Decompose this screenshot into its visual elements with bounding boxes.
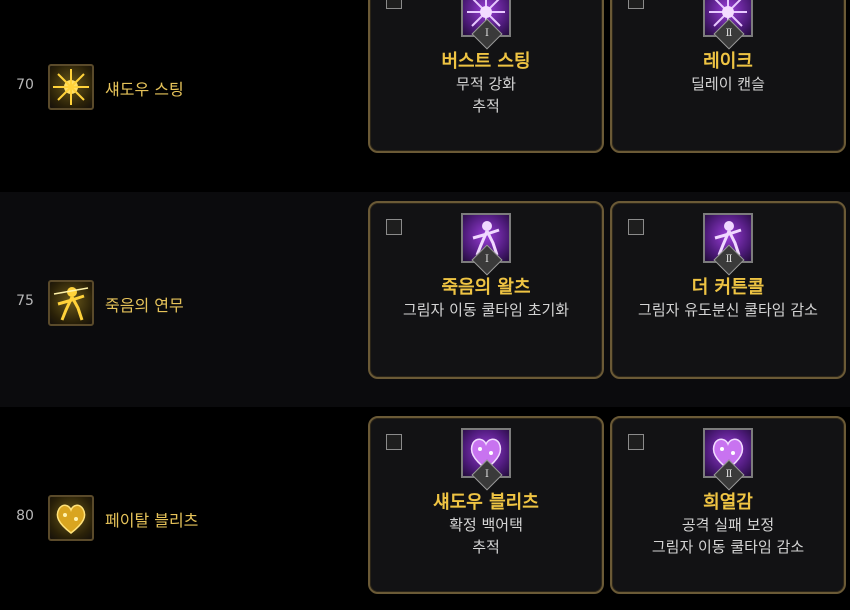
skill-name: 섀도우 스팅 (105, 80, 184, 99)
option-description: 그림자 유도분신 쿨타임 감소 (638, 301, 818, 319)
option-title: 더 커튼콜 (691, 277, 765, 298)
tripod-option-card[interactable]: Ⅱ 더 커튼콜 그림자 유도분신 쿨타임 감소 (610, 201, 846, 379)
option-description: 확정 백어택 추적 (449, 516, 523, 556)
skill-row-70: 70 섀도우 스팅 Ⅰ 버스트 스팅 무적 강화 추적 Ⅱ 레이크 딜레이 캔슬 (0, 0, 850, 190)
tripod-option-card[interactable]: Ⅱ 희열감 공격 실패 보정 그림자 이동 쿨타임 감소 (610, 416, 846, 594)
option-title: 죽음의 왈츠 (441, 277, 531, 298)
skill-row-80: 80 페이탈 블리츠 Ⅰ 섀도우 블리츠 확정 백어택 추적 Ⅱ 희열감 공격 … (0, 407, 850, 610)
option-title: 희열감 (703, 492, 753, 513)
option-checkbox[interactable] (386, 434, 402, 450)
dancer-figure-icon[interactable] (48, 280, 94, 326)
option-title: 섀도우 블리츠 (433, 492, 539, 513)
tripod-option-card[interactable]: Ⅰ 버스트 스팅 무적 강화 추적 (368, 0, 604, 153)
option-description: 그림자 이동 쿨타임 초기화 (402, 301, 570, 319)
option-checkbox[interactable] (628, 0, 644, 9)
skill-row-75: 75 죽음의 연무 Ⅰ 죽음의 왈츠 그림자 이동 쿨타임 초기화 Ⅱ 더 커튼… (0, 192, 850, 407)
option-description: 딜레이 캔슬 (691, 75, 765, 93)
heart-icon[interactable] (48, 495, 94, 541)
skill-level: 70 (16, 77, 34, 93)
tripod-option-card[interactable]: Ⅰ 섀도우 블리츠 확정 백어택 추적 (368, 416, 604, 594)
option-title: 버스트 스팅 (441, 51, 531, 72)
option-checkbox[interactable] (386, 0, 402, 9)
option-title: 레이크 (703, 51, 753, 72)
skill-level: 75 (16, 293, 34, 309)
tripod-option-card[interactable]: Ⅰ 죽음의 왈츠 그림자 이동 쿨타임 초기화 (368, 201, 604, 379)
option-description: 무적 강화 추적 (456, 75, 516, 115)
skill-level: 80 (16, 508, 34, 524)
option-description: 공격 실패 보정 그림자 이동 쿨타임 감소 (651, 516, 805, 556)
skill-name: 페이탈 블리츠 (105, 511, 199, 530)
star-burst-icon[interactable] (48, 64, 94, 110)
tripod-option-card[interactable]: Ⅱ 레이크 딜레이 캔슬 (610, 0, 846, 153)
option-checkbox[interactable] (628, 219, 644, 235)
option-checkbox[interactable] (386, 219, 402, 235)
option-checkbox[interactable] (628, 434, 644, 450)
skill-name: 죽음의 연무 (105, 296, 184, 315)
